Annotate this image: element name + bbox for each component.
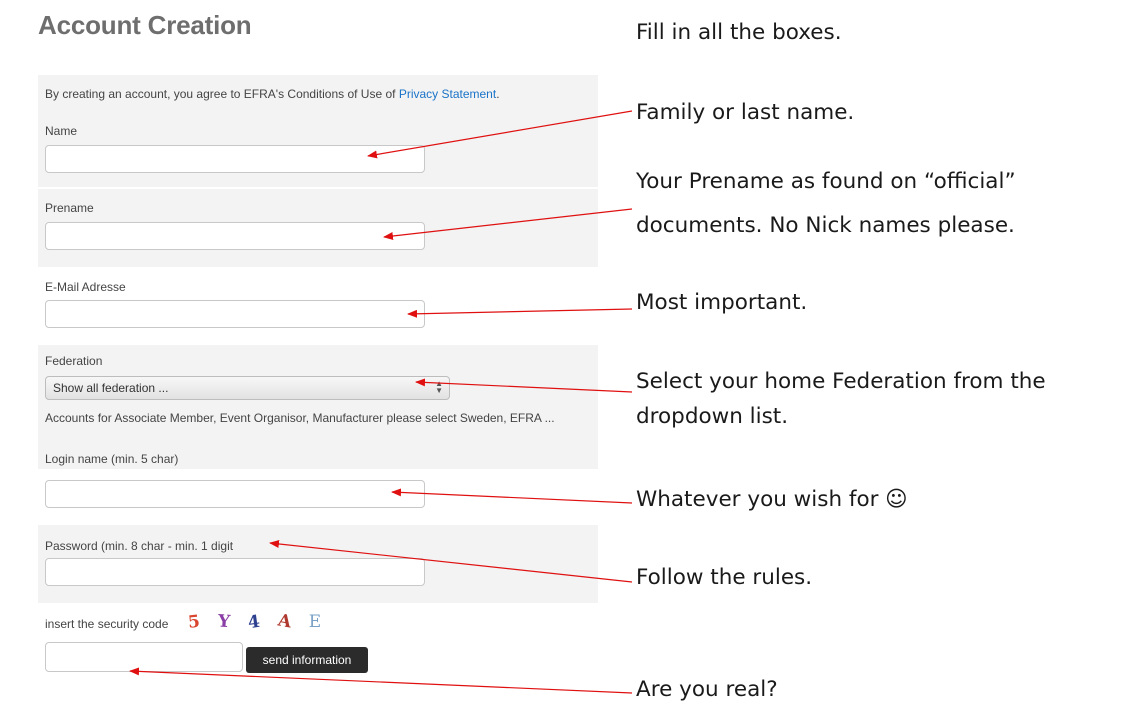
arrow-federation — [415, 378, 633, 393]
arrow-prename — [383, 208, 633, 240]
arrow-email — [407, 308, 633, 318]
arrow-captcha — [129, 667, 633, 694]
arrow-name — [367, 110, 633, 159]
annotation-arrows — [129, 110, 633, 694]
arrow-password — [269, 539, 633, 583]
arrow-login — [391, 488, 633, 504]
